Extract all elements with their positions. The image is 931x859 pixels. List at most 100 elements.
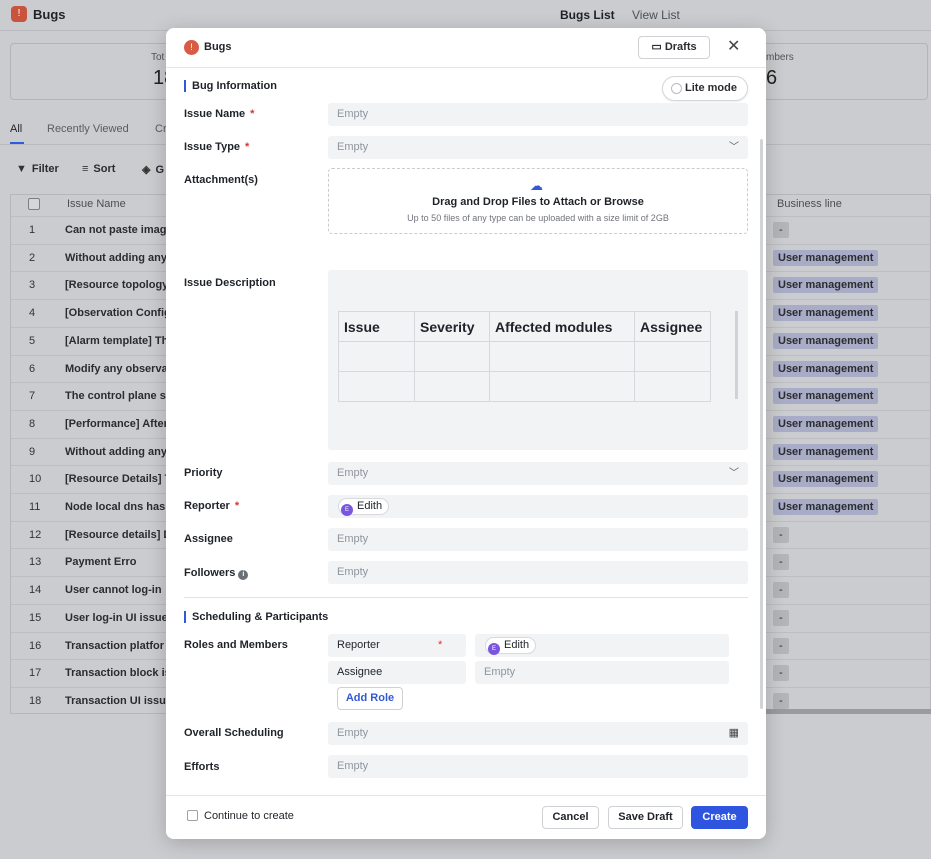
row-number: 7: [29, 390, 36, 403]
avatar: E: [341, 504, 353, 516]
avatar: E: [488, 643, 500, 655]
group-button[interactable]: ◈ G: [142, 163, 164, 176]
tab-recently-viewed[interactable]: Recently Viewed: [47, 123, 129, 135]
issue-name-cell[interactable]: Without adding any: [65, 252, 167, 264]
issue-name-input[interactable]: Empty: [328, 103, 748, 126]
issue-name-cell[interactable]: Without adding any: [65, 446, 167, 458]
business-line-tag: User management: [773, 249, 879, 266]
desc-table-cell[interactable]: [338, 371, 415, 402]
desc-table-cell[interactable]: [489, 371, 635, 402]
business-line-tag: -: [773, 222, 789, 238]
issue-name-cell[interactable]: Transaction platfor: [65, 640, 164, 652]
issue-name-cell[interactable]: Transaction UI issue: [65, 695, 172, 707]
desc-table-cell[interactable]: [489, 341, 635, 372]
followers-label: Followers i: [184, 567, 249, 580]
tab-view-list[interactable]: View List: [632, 8, 680, 22]
drafts-button[interactable]: ▭ Drafts: [638, 36, 710, 59]
efforts-input[interactable]: Empty: [328, 755, 748, 778]
add-role-button[interactable]: Add Role: [337, 687, 403, 710]
horizontal-scrollbar[interactable]: [766, 709, 931, 714]
business-line-tag: User management: [773, 305, 879, 322]
row-number: 16: [29, 639, 42, 652]
desc-table-cell[interactable]: [338, 341, 415, 372]
issue-name-cell[interactable]: User log-in UI issue: [65, 612, 168, 624]
filter-button[interactable]: ▼ Filter: [16, 163, 59, 175]
business-line-tag: -: [773, 582, 789, 599]
issue-name-cell[interactable]: [Resource Details] T: [65, 473, 171, 485]
issue-name-cell[interactable]: [Resource details] D: [65, 529, 171, 541]
issue-name-cell[interactable]: [Resource topology]: [65, 279, 172, 291]
issue-name-cell[interactable]: [Performance] After: [65, 418, 168, 430]
priority-select[interactable]: Empty ﹀: [328, 462, 748, 485]
tab-bugs-list[interactable]: Bugs List: [560, 8, 615, 22]
tab-all[interactable]: All: [10, 123, 22, 135]
vertical-scrollbar[interactable]: [760, 139, 763, 709]
role-reporter[interactable]: Reporter *: [328, 634, 466, 657]
save-draft-button[interactable]: Save Draft: [608, 806, 683, 829]
role-reporter-members[interactable]: E Edith: [475, 634, 729, 657]
info-icon: i: [238, 570, 249, 580]
business-line-tag: User management: [773, 277, 879, 294]
issue-name-cell[interactable]: [Alarm template] Th: [65, 335, 168, 347]
row-number: 18: [29, 694, 42, 707]
business-line-tag: -: [773, 637, 789, 654]
section-bug-information: Bug Information: [184, 80, 277, 92]
user-chip[interactable]: E Edith: [485, 637, 537, 655]
business-line-tag: -: [773, 665, 789, 682]
issue-type-select[interactable]: Empty ﹀: [328, 136, 748, 159]
close-icon[interactable]: ✕: [727, 38, 740, 56]
modal-title: Bugs: [204, 41, 232, 53]
business-line-tag: User management: [773, 471, 879, 488]
issue-description-editor[interactable]: Issue Severity Affected modules Assignee: [328, 270, 748, 450]
followers-input[interactable]: Empty: [328, 561, 748, 584]
issue-name-cell[interactable]: Modify any observat: [65, 363, 171, 375]
row-number: 2: [29, 251, 36, 264]
select-all-checkbox[interactable]: [28, 198, 40, 213]
issue-name-cell[interactable]: Node local dns has s: [65, 501, 174, 513]
user-chip[interactable]: E Edith: [338, 498, 390, 516]
row-number: 10: [29, 473, 42, 486]
attachment-dropzone[interactable]: ☁ Drag and Drop Files to Attach or Brows…: [328, 168, 748, 234]
row-number: 4: [29, 307, 36, 320]
row-number: 15: [29, 611, 42, 624]
issue-name-cell[interactable]: The control plane se: [65, 390, 172, 402]
overall-scheduling-label: Overall Scheduling: [184, 727, 284, 739]
row-number: 12: [29, 528, 42, 541]
business-line-tag: -: [773, 692, 789, 709]
tab-created[interactable]: Cr: [155, 123, 167, 135]
bug-icon: !: [11, 6, 27, 22]
sort-button[interactable]: ≡ Sort: [82, 163, 115, 175]
row-number: 11: [29, 501, 41, 513]
desc-table-cell[interactable]: [634, 341, 711, 372]
row-number: 3: [29, 279, 36, 292]
issue-name-cell[interactable]: Payment Erro: [65, 556, 137, 568]
overall-scheduling-input[interactable]: Empty ▦: [328, 722, 748, 745]
role-assignee[interactable]: Assignee: [328, 661, 466, 684]
create-button[interactable]: Create: [691, 806, 748, 829]
lite-mode-toggle[interactable]: Lite mode: [662, 76, 748, 101]
continue-to-create-checkbox[interactable]: Continue to create: [187, 810, 294, 822]
stat-members-label: mbers: [766, 52, 794, 63]
desc-table-cell[interactable]: [414, 341, 490, 372]
lite-mode-label: Lite mode: [685, 82, 737, 94]
cancel-button[interactable]: Cancel: [542, 806, 599, 829]
header-business-line: Business line: [777, 198, 842, 210]
business-line-tag: User management: [773, 360, 879, 377]
issue-name-cell[interactable]: [Observation Config: [65, 307, 171, 319]
desc-table-cell[interactable]: [414, 371, 490, 402]
reporter-label: Reporter *: [184, 500, 240, 512]
efforts-label: Efforts: [184, 761, 220, 773]
desc-table-cell[interactable]: [634, 371, 711, 402]
business-line-tag: User management: [773, 388, 879, 405]
create-bug-modal: ! Bugs ▭ Drafts ✕ Bug Information Lite m…: [166, 28, 766, 839]
table-scrollbar[interactable]: [735, 311, 738, 399]
reporter-field[interactable]: E Edith: [328, 495, 748, 518]
issue-name-cell[interactable]: Can not paste image: [65, 224, 173, 236]
issue-name-cell[interactable]: Transaction block is: [65, 667, 171, 679]
business-line-tag: -: [773, 554, 789, 571]
issue-name-cell[interactable]: User cannot log-in: [65, 584, 162, 596]
checkbox[interactable]: [187, 810, 198, 821]
role-assignee-members[interactable]: Empty: [475, 661, 729, 684]
issue-description-label: Issue Description: [184, 277, 276, 289]
assignee-input[interactable]: Empty: [328, 528, 748, 551]
